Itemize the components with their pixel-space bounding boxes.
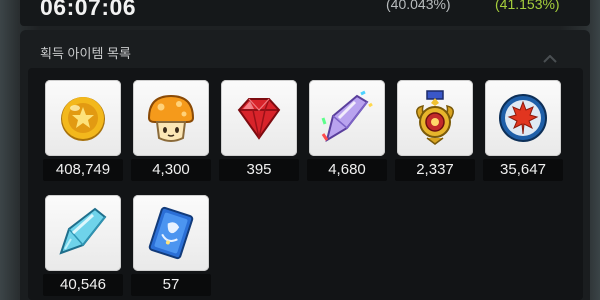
section-title: 획득 아이템 목록 bbox=[40, 46, 131, 61]
item-tile[interactable] bbox=[221, 80, 297, 156]
elapsed-timer: 06:07:06 bbox=[40, 0, 137, 20]
item-tile[interactable] bbox=[45, 80, 121, 156]
item-tile[interactable] bbox=[309, 80, 385, 156]
blue-crystal-icon bbox=[59, 207, 107, 255]
drop-tracker-window: 06:07:06 (40.043%) (41.153%) 획득 아이템 목록 4… bbox=[0, 0, 600, 300]
item-count: 57 bbox=[131, 274, 211, 296]
rate-primary: (40.043%) bbox=[386, 0, 451, 12]
rate-secondary: (41.153%) bbox=[495, 0, 560, 12]
item-tile[interactable] bbox=[133, 195, 209, 271]
item-count: 408,749 bbox=[43, 159, 123, 181]
red-gem-icon bbox=[237, 98, 281, 140]
item-count: 2,337 bbox=[395, 159, 475, 181]
item-tile[interactable] bbox=[45, 195, 121, 271]
item-count: 4,680 bbox=[307, 159, 387, 181]
maple-leaf-coin-icon bbox=[499, 94, 547, 142]
rainbow-crystal-icon bbox=[321, 90, 373, 143]
gold-medal-icon bbox=[416, 90, 454, 145]
item-slot-maple-leaf-coin[interactable]: 35,647 bbox=[483, 80, 563, 181]
orange-mushroom-icon bbox=[147, 94, 195, 142]
blue-card-icon bbox=[148, 206, 194, 260]
collapse-icon[interactable] bbox=[543, 55, 557, 63]
item-slot-orange-mushroom[interactable]: 4,300 bbox=[131, 80, 211, 181]
item-tile[interactable] bbox=[133, 80, 209, 156]
item-count: 40,546 bbox=[43, 274, 123, 296]
item-slot-gold-medal[interactable]: 2,337 bbox=[395, 80, 475, 181]
item-tile[interactable] bbox=[485, 80, 561, 156]
item-slot-rainbow-crystal[interactable]: 4,680 bbox=[307, 80, 387, 181]
item-slot-blue-card[interactable]: 57 bbox=[131, 195, 211, 296]
item-count: 35,647 bbox=[483, 159, 563, 181]
item-slot-blue-crystal[interactable]: 40,546 bbox=[43, 195, 123, 296]
gold-coin-icon bbox=[61, 97, 105, 141]
item-count: 4,300 bbox=[131, 159, 211, 181]
item-slot-red-gem[interactable]: 395 bbox=[219, 80, 299, 181]
item-slot-gold-coin[interactable]: 408,749 bbox=[43, 80, 123, 181]
item-tile[interactable] bbox=[397, 80, 473, 156]
item-count: 395 bbox=[219, 159, 299, 181]
